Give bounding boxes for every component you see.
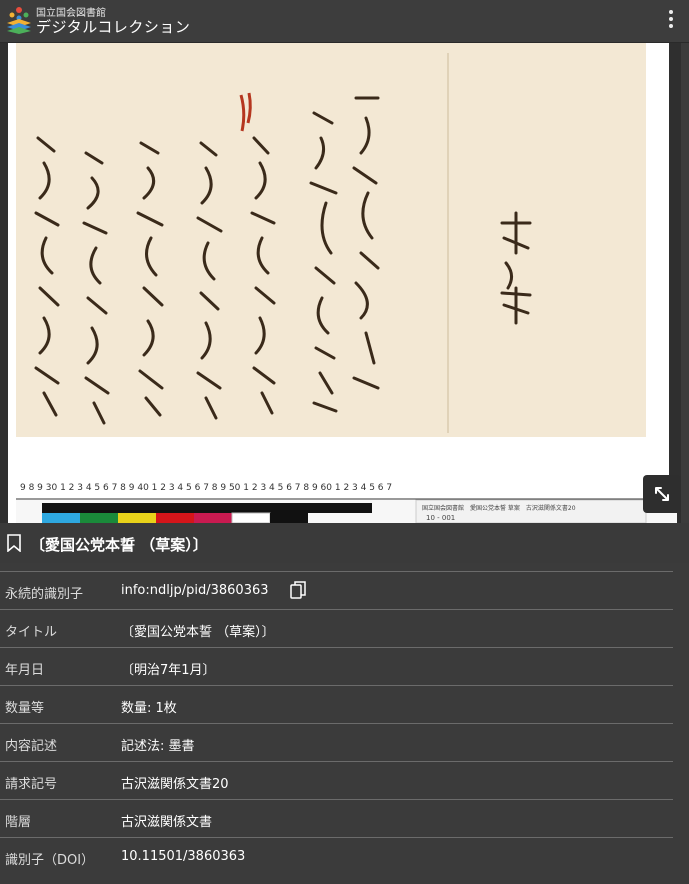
fullscreen-button[interactable] bbox=[643, 475, 681, 513]
expand-icon bbox=[655, 487, 669, 501]
scale-ruler: 9 8 9 30 1 2 3 4 5 6 7 8 9 40 1 2 3 4 5 … bbox=[16, 478, 677, 524]
metadata-value: 記述法: 墨書 bbox=[121, 739, 195, 754]
app-header: 国立国会図書館 デジタルコレクション bbox=[0, 0, 689, 43]
bookmark-icon[interactable] bbox=[6, 534, 22, 552]
metadata-row-hierarchy: 階層 古沢滋関係文書 bbox=[0, 799, 673, 837]
metadata-label: 識別子（DOI） bbox=[5, 853, 95, 868]
metadata-value[interactable]: 10.11501/3860363 bbox=[121, 849, 245, 864]
collection-card-number: 10 - 001 bbox=[426, 514, 455, 522]
document-paper bbox=[16, 43, 646, 437]
svg-text:9 8 9 30 1 2 3 4 5 6 7 8 9 40: 9 8 9 30 1 2 3 4 5 6 7 8 9 40 1 2 3 4 5 … bbox=[20, 483, 392, 493]
metadata-row-call-number: 請求記号 古沢滋関係文書20 bbox=[0, 761, 673, 799]
document-title-bar: 〔愛国公党本誓 （草案）〕 bbox=[0, 523, 689, 563]
metadata-label: 内容記述 bbox=[5, 739, 58, 754]
metadata-value: 数量: 1枚 bbox=[121, 701, 177, 716]
viewer-scrollbar[interactable] bbox=[681, 43, 689, 523]
metadata-label: 年月日 bbox=[5, 663, 45, 678]
metadata-value[interactable]: info:ndljp/pid/3860363 bbox=[121, 583, 269, 598]
image-viewer[interactable]: 9 8 9 30 1 2 3 4 5 6 7 8 9 40 1 2 3 4 5 … bbox=[0, 43, 689, 524]
metadata-row-quantity: 数量等 数量: 1枚 bbox=[0, 685, 673, 723]
metadata-table: 永続的識別子 info:ndljp/pid/3860363 タイトル 〔愛国公党… bbox=[0, 571, 673, 875]
document-title: 〔愛国公党本誓 （草案）〕 bbox=[30, 536, 208, 554]
metadata-label: 請求記号 bbox=[5, 777, 58, 792]
collection-card-text: 国立国会図書館 愛国公党本誓 草案 古沢滋関係文書20 bbox=[422, 504, 576, 512]
document-image[interactable]: 9 8 9 30 1 2 3 4 5 6 7 8 9 40 1 2 3 4 5 … bbox=[8, 43, 677, 524]
metadata-value: 〔明治7年1月〕 bbox=[121, 663, 216, 678]
metadata-row-doi: 識別子（DOI） 10.11501/3860363 bbox=[0, 837, 673, 875]
metadata-value[interactable]: 古沢滋関係文書 bbox=[121, 811, 212, 830]
color-scale-bar: 9 8 9 30 1 2 3 4 5 6 7 8 9 40 1 2 3 4 5 … bbox=[16, 478, 677, 524]
metadata-label: 永続的識別子 bbox=[5, 587, 84, 602]
metadata-label: タイトル bbox=[5, 625, 58, 640]
metadata-label: 数量等 bbox=[5, 701, 45, 716]
copy-icon[interactable] bbox=[290, 581, 306, 600]
app-name[interactable]: デジタルコレクション bbox=[36, 16, 190, 37]
metadata-value: 古沢滋関係文書20 bbox=[121, 777, 229, 792]
metadata-value: 〔愛国公党本誓 （草案）〕 bbox=[121, 625, 275, 640]
metadata-label: 階層 bbox=[5, 815, 32, 830]
metadata-row-description: 内容記述 記述法: 墨書 bbox=[0, 723, 673, 761]
metadata-row-date: 年月日 〔明治7年1月〕 bbox=[0, 647, 673, 685]
handwritten-text bbox=[34, 53, 532, 433]
ndl-logo-icon[interactable] bbox=[6, 6, 32, 34]
metadata-row-title: タイトル 〔愛国公党本誓 （草案）〕 bbox=[0, 609, 673, 647]
metadata-row-pid: 永続的識別子 info:ndljp/pid/3860363 bbox=[0, 571, 673, 609]
more-menu-icon[interactable] bbox=[667, 10, 675, 32]
